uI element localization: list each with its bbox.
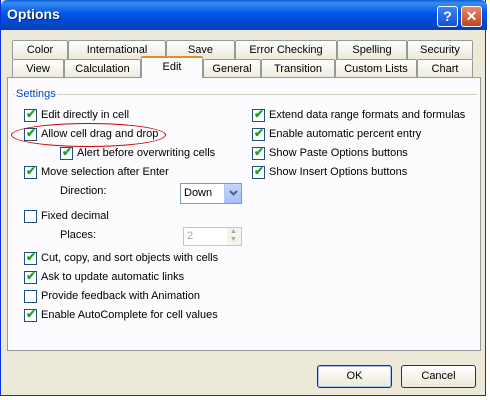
- tab-security[interactable]: Security: [407, 40, 473, 59]
- auto-percent-checkbox[interactable]: ✔: [252, 126, 265, 141]
- ask-update-links-label: Ask to update automatic links: [41, 271, 185, 283]
- tab-edit[interactable]: Edit: [141, 56, 203, 78]
- places-label: Places:: [60, 229, 97, 241]
- move-selection-label: Move selection after Enter: [41, 166, 169, 178]
- direction-value: Down: [184, 187, 213, 199]
- spin-down-icon[interactable]: ▼: [230, 236, 237, 243]
- extend-formats-checkbox[interactable]: ✔: [252, 107, 265, 122]
- allow-drag-drop-checkbox[interactable]: ✔: [24, 126, 37, 141]
- tab-general[interactable]: General: [203, 59, 261, 78]
- fixed-decimal-label: Fixed decimal: [41, 210, 109, 222]
- tab-calculation[interactable]: Calculation: [64, 59, 141, 78]
- title-bar[interactable]: Options ? ✕: [1, 0, 487, 30]
- check-mark-icon: ✔: [26, 126, 37, 140]
- tab-chart[interactable]: Chart: [417, 59, 473, 78]
- check-mark-icon: ✔: [26, 307, 37, 321]
- insert-options-checkbox[interactable]: ✔: [252, 164, 265, 179]
- check-mark-icon: ✔: [254, 107, 265, 121]
- help-icon: ?: [443, 8, 452, 24]
- check-mark-icon: ✔: [254, 164, 265, 178]
- chevron-down-icon[interactable]: [224, 184, 241, 203]
- spinner-buttons[interactable]: ▲ ▼: [227, 228, 241, 245]
- cut-copy-sort-label: Cut, copy, and sort objects with cells: [41, 252, 219, 264]
- cut-copy-sort-checkbox[interactable]: ✔: [24, 250, 37, 265]
- spin-up-icon[interactable]: ▲: [230, 228, 237, 235]
- check-mark-icon: ✔: [62, 145, 73, 159]
- help-button[interactable]: ?: [437, 6, 458, 27]
- ok-button[interactable]: OK: [317, 365, 392, 388]
- options-dialog: Options ? ✕ Color International Save Err…: [0, 0, 487, 396]
- move-selection-checkbox[interactable]: ✔: [24, 164, 37, 179]
- ask-update-links-checkbox[interactable]: ✔: [24, 269, 37, 284]
- tab-spelling[interactable]: Spelling: [337, 40, 407, 59]
- places-value: 2: [187, 230, 194, 242]
- edit-directly-label: Edit directly in cell: [41, 109, 130, 121]
- settings-group-label: Settings: [15, 88, 57, 100]
- settings-group-divider: [13, 94, 477, 95]
- tab-color[interactable]: Color: [12, 40, 68, 59]
- check-mark-icon: ✔: [26, 269, 37, 283]
- paste-options-label: Show Paste Options buttons: [269, 147, 408, 159]
- paste-options-checkbox[interactable]: ✔: [252, 145, 265, 160]
- close-button[interactable]: ✕: [461, 6, 482, 27]
- close-icon: ✕: [465, 8, 478, 24]
- fixed-decimal-checkbox[interactable]: [24, 210, 37, 223]
- dialog-title: Options: [7, 6, 60, 22]
- allow-drag-drop-label: Allow cell drag and drop: [41, 128, 159, 140]
- alert-overwrite-checkbox[interactable]: ✔: [60, 145, 73, 160]
- tab-error-checking[interactable]: Error Checking: [235, 40, 337, 59]
- check-mark-icon: ✔: [26, 164, 37, 178]
- insert-options-label: Show Insert Options buttons: [269, 166, 408, 178]
- check-mark-icon: ✔: [254, 145, 265, 159]
- feedback-animation-label: Provide feedback with Animation: [41, 290, 200, 302]
- direction-label: Direction:: [60, 185, 107, 197]
- direction-select[interactable]: Down: [180, 183, 242, 204]
- tab-view[interactable]: View: [12, 59, 64, 78]
- cancel-button[interactable]: Cancel: [401, 365, 476, 388]
- autocomplete-label: Enable AutoComplete for cell values: [41, 309, 218, 321]
- auto-percent-label: Enable automatic percent entry: [269, 128, 422, 140]
- autocomplete-checkbox[interactable]: ✔: [24, 307, 37, 322]
- check-mark-icon: ✔: [254, 126, 265, 140]
- places-spinner[interactable]: 2 ▲ ▼: [183, 227, 242, 246]
- edit-directly-checkbox[interactable]: ✔: [24, 107, 37, 122]
- check-mark-icon: ✔: [26, 250, 37, 264]
- check-mark-icon: ✔: [26, 107, 37, 121]
- alert-overwrite-label: Alert before overwriting cells: [77, 147, 216, 159]
- tab-custom-lists[interactable]: Custom Lists: [335, 59, 417, 78]
- extend-formats-label: Extend data range formats and formulas: [269, 109, 466, 121]
- tab-transition[interactable]: Transition: [261, 59, 335, 78]
- feedback-animation-checkbox[interactable]: [24, 290, 37, 303]
